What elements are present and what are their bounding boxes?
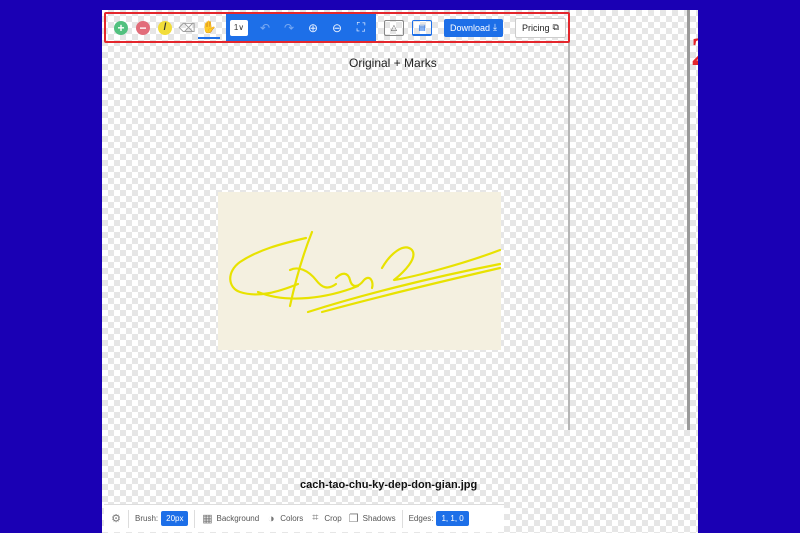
zoom-out-glyph: ⊖ (331, 20, 343, 35)
redo-icon[interactable]: ↷ (278, 17, 300, 39)
shadow-icon: ❐ (348, 513, 359, 525)
redo-glyph: ↷ (283, 20, 295, 35)
zoom-in-glyph: ⊕ (307, 20, 319, 35)
bottom-bar: ⚙ Brush: 20px ▦ Background ◑ Colors ⌗ Cr… (104, 504, 504, 532)
remove-circle-icon[interactable]: − (132, 17, 154, 39)
eraser-glyph: ⌫ (178, 20, 196, 35)
crop-label: Crop (324, 514, 342, 523)
scrollbar-track[interactable] (687, 10, 690, 430)
edges-control[interactable]: Edges: 1, 1, 0 (409, 511, 469, 526)
divider (128, 509, 129, 528)
edges-value[interactable]: 1, 1, 0 (436, 511, 469, 526)
split-view-button[interactable]: ▤ (412, 19, 432, 36)
brush-glyph: / (158, 20, 172, 35)
pricing-label: Pricing (522, 22, 550, 33)
shadows-label: Shadows (362, 514, 396, 523)
fit-glyph: ⛶ (356, 20, 366, 34)
download-button[interactable]: Download ⤓ (444, 18, 504, 37)
brush-icon[interactable]: / (154, 17, 176, 39)
settings-button[interactable]: ⚙ (110, 513, 122, 525)
crop-icon: ⌗ (312, 512, 319, 524)
annotation-number: 2 (691, 32, 698, 72)
brush-size-control[interactable]: Brush: 20px (135, 511, 189, 526)
dropdown-value: 1 (233, 23, 239, 32)
crop-button[interactable]: ⌗ Crop (309, 512, 342, 525)
split-view-icon: ▤ (418, 22, 426, 32)
single-view-icon: △ (390, 23, 398, 32)
undo-icon[interactable]: ↶ (254, 17, 276, 39)
zoom-in-icon[interactable]: ⊕ (302, 17, 324, 39)
download-icon: ⤓ (493, 22, 498, 32)
divider (401, 509, 403, 528)
add-glyph: + (114, 20, 128, 35)
file-name: cach-tao-chu-ky-dep-don-gian.jpg (300, 479, 478, 491)
add-circle-icon[interactable]: + (110, 17, 132, 39)
edges-label: Edges: (408, 514, 434, 523)
undo-glyph: ↶ (259, 20, 271, 35)
colors-label: Colors (280, 514, 304, 523)
hand-pan-icon[interactable]: ✋ (198, 17, 220, 39)
background-label: Background (216, 514, 260, 523)
brush-label: Brush: (135, 514, 159, 523)
eraser-icon[interactable]: ⌫ (176, 17, 198, 39)
pricing-button[interactable]: Pricing ⧉ (515, 17, 566, 38)
signature-image (218, 192, 501, 350)
panel-divider[interactable] (568, 10, 570, 430)
top-toolbar: + − / ⌫ ✋ 1 ∨ ↶ ↷ ⊕ ⊖ ⛶ △ ▤ Download ⤓ Pr… (104, 12, 570, 43)
grid-icon: ▦ (202, 513, 213, 525)
editor-window: + − / ⌫ ✋ 1 ∨ ↶ ↷ ⊕ ⊖ ⛶ △ ▤ Download ⤓ Pr… (102, 10, 698, 533)
shadows-button[interactable]: ❐ Shadows (348, 513, 396, 525)
gear-icon: ⚙ (111, 513, 121, 525)
view-title: Original + Marks (349, 56, 437, 70)
zoom-out-icon[interactable]: ⊖ (326, 17, 348, 39)
history-zoom-group: 1 ∨ ↶ ↷ ⊕ ⊖ ⛶ (226, 14, 376, 41)
background-button[interactable]: ▦ Background (201, 513, 259, 525)
signature-drawing (229, 230, 501, 314)
external-link-icon: ⧉ (552, 22, 559, 32)
brush-size-dropdown[interactable]: 1 ∨ (230, 19, 248, 36)
brush-size-value[interactable]: 20px (161, 511, 189, 526)
remove-glyph: − (136, 20, 150, 35)
colors-button[interactable]: ◑ Colors (265, 513, 303, 525)
contrast-icon: ◑ (267, 512, 275, 525)
fit-screen-icon[interactable]: ⛶ (350, 17, 372, 39)
divider (194, 509, 196, 528)
download-label: Download (450, 22, 491, 33)
single-view-button[interactable]: △ (384, 19, 404, 36)
hand-glyph: ✋ (201, 19, 217, 34)
